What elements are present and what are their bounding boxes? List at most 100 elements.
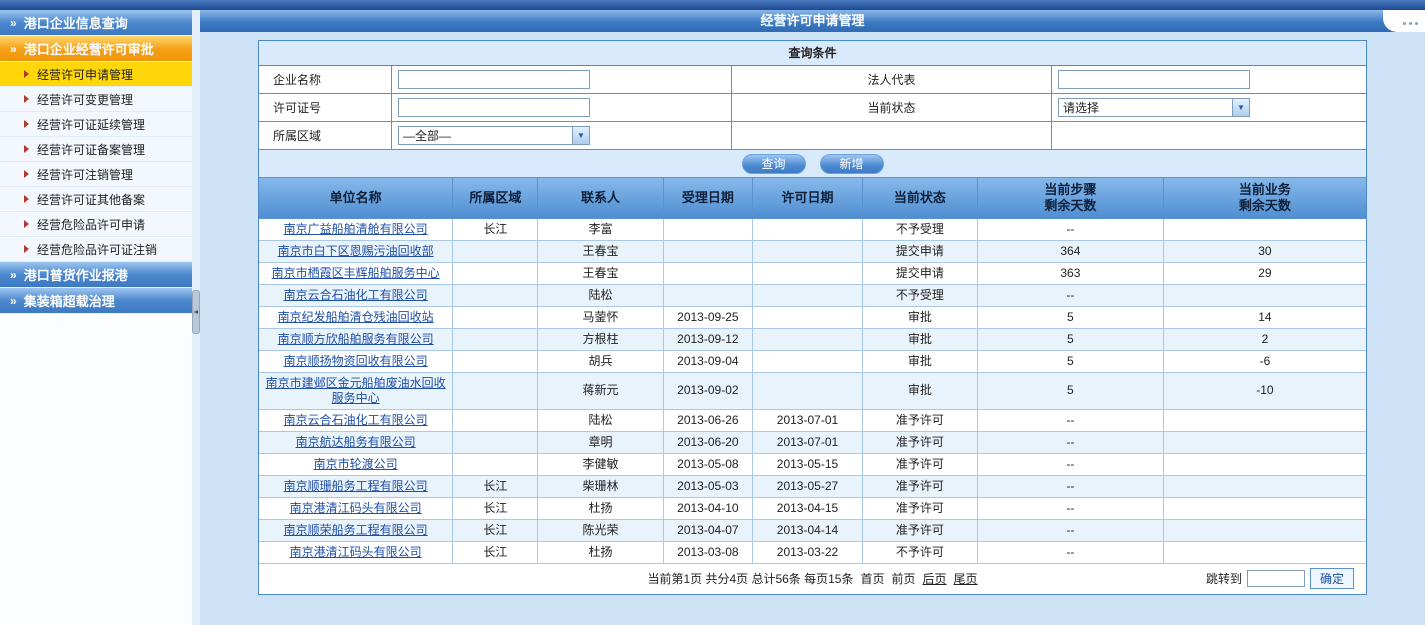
col-header-accept-date: 受理日期 [663,178,753,218]
company-link[interactable]: 南京顺扬物资回收有限公司 [284,354,428,368]
col-header-region: 所属区域 [453,178,538,218]
table-row: 南京广益船舶清舱有限公司 长江 李富 不予受理 -- [259,218,1366,240]
cell-contact: 马蓥怀 [538,306,663,328]
add-button[interactable]: 新增 [820,154,884,174]
cell-accept-date [663,240,753,262]
cell-step-days: -- [977,284,1163,306]
cell-region [453,284,538,306]
first-page-link[interactable]: 首页 [860,570,884,587]
cell-contact: 陆松 [538,409,663,431]
next-page-link[interactable]: 后页 [923,570,947,587]
company-link[interactable]: 南京市白下区恩赐污油回收部 [278,244,434,258]
sidebar-group-label: 港口企业经营许可审批 [24,39,154,58]
arrow-bullet-icon [24,70,29,78]
table-row: 南京航达船务有限公司 章明 2013-06-20 2013-07-01 准予许可… [259,431,1366,453]
cell-contact: 方根柱 [538,328,663,350]
cell-status: 提交申请 [862,262,977,284]
arrow-bullet-icon [24,95,29,103]
cell-license-date [753,350,863,372]
sidebar-item-license-other-filing[interactable]: 经营许可证其他备案 [0,187,192,212]
company-link[interactable]: 南京市建邺区金元船舶废油水回收服务中心 [266,376,446,405]
sidebar-item-license-filing-mgmt[interactable]: 经营许可证备案管理 [0,137,192,162]
cell-biz-days: 2 [1163,328,1366,350]
col-header-license-date: 许可日期 [753,178,863,218]
cell-biz-days [1163,453,1366,475]
jump-page-input[interactable] [1247,570,1305,587]
cell-region: 长江 [453,218,538,240]
cell-license-date: 2013-04-14 [753,519,863,541]
table-row: 南京市建邺区金元船舶废油水回收服务中心 蒋新元 2013-09-02 审批 5 … [259,372,1366,409]
company-name-input[interactable] [398,70,590,89]
cell-biz-days [1163,284,1366,306]
sidebar-nav: » 港口企业信息查询 » 港口企业经营许可审批 经营许可申请管理 经营许可变更管… [0,10,192,625]
results-table: 单位名称 所属区域 联系人 受理日期 许可日期 当前状态 当前步骤剩余天数 当前… [259,178,1366,564]
last-page-link[interactable]: 尾页 [954,570,978,587]
table-row: 南京市栖霞区丰辉船舶服务中心 王春宝 提交申请 363 29 [259,262,1366,284]
sidebar-item-dangerous-goods-license-application[interactable]: 经营危险品许可申请 [0,212,192,237]
cell-region: 长江 [453,497,538,519]
sidebar-item-label: 经营危险品许可证注销 [37,241,157,258]
sidebar-group-port-enterprise-info-query[interactable]: » 港口企业信息查询 [0,10,192,36]
cell-step-days: -- [977,409,1163,431]
cell-region [453,372,538,409]
cell-accept-date [663,218,753,240]
table-row: 南京顺扬物资回收有限公司 胡兵 2013-09-04 审批 5 -6 [259,350,1366,372]
cell-contact: 陈光荣 [538,519,663,541]
search-button[interactable]: 查询 [742,154,806,174]
sidebar-collapse-handle[interactable]: ◄ [192,290,200,334]
license-number-input[interactable] [398,98,590,117]
company-link[interactable]: 南京顺方欣船舶服务有限公司 [278,332,434,346]
company-link[interactable]: 南京港清江码头有限公司 [290,501,422,515]
sidebar-group-cargo-operation-report[interactable]: » 港口普货作业报港 [0,262,192,288]
cell-contact: 杜扬 [538,497,663,519]
legal-representative-input[interactable] [1058,70,1250,89]
grip-dots-icon [1400,10,1418,32]
pager-summary: 当前第1页 共分4页 总计56条 每页15条 [647,570,853,587]
sidebar-splitter[interactable]: ◄ [192,10,200,625]
table-row: 南京纪发船舶清仓残油回收站 马蓥怀 2013-09-25 审批 5 14 [259,306,1366,328]
company-link[interactable]: 南京纪发船舶清仓残油回收站 [278,310,434,324]
sidebar-item-label: 经营许可证其他备案 [37,191,145,208]
cell-license-date [753,218,863,240]
cell-license-date: 2013-04-15 [753,497,863,519]
sidebar-item-license-change-mgmt[interactable]: 经营许可变更管理 [0,87,192,112]
company-link[interactable]: 南京港清江码头有限公司 [290,545,422,559]
prev-page-link[interactable]: 前页 [892,570,916,587]
company-link[interactable]: 南京广益船舶清舱有限公司 [284,222,428,236]
current-status-select[interactable]: 请选择 ▼ [1058,98,1250,117]
sidebar-item-label: 经营许可申请管理 [37,66,133,83]
company-link[interactable]: 南京云合石油化工有限公司 [284,288,428,302]
company-link[interactable]: 南京云合石油化工有限公司 [284,413,428,427]
sidebar-item-license-application-mgmt[interactable]: 经营许可申请管理 [0,62,192,87]
jump-confirm-button[interactable]: 确定 [1310,568,1354,589]
collapse-arrow-icon: ◄ [193,309,200,316]
region-label: 所属区域 [259,122,392,150]
cell-step-days: 5 [977,350,1163,372]
company-link[interactable]: 南京顺珊船务工程有限公司 [284,479,428,493]
cell-status: 不予受理 [862,284,977,306]
cell-accept-date: 2013-09-25 [663,306,753,328]
sidebar-item-label: 经营许可证延续管理 [37,116,145,133]
sidebar-item-license-cancel-mgmt[interactable]: 经营许可注销管理 [0,162,192,187]
empty-cell [732,122,1052,150]
sidebar-item-dangerous-goods-license-cancel[interactable]: 经营危险品许可证注销 [0,237,192,262]
company-link[interactable]: 南京航达船务有限公司 [296,435,416,449]
cell-step-days: -- [977,541,1163,563]
cell-contact: 王春宝 [538,240,663,262]
cell-region [453,350,538,372]
company-link[interactable]: 南京顺荣船务工程有限公司 [284,523,428,537]
cell-accept-date: 2013-09-04 [663,350,753,372]
company-link[interactable]: 南京市轮渡公司 [314,457,398,471]
col-header-step-days: 当前步骤剩余天数 [977,178,1163,218]
cell-region: 长江 [453,541,538,563]
cell-biz-days: -6 [1163,350,1366,372]
arrow-bullet-icon [24,195,29,203]
cell-region: 长江 [453,475,538,497]
region-select[interactable]: —全部— ▼ [398,126,590,145]
cell-status: 准予许可 [862,453,977,475]
cell-contact: 王春宝 [538,262,663,284]
sidebar-group-container-overload[interactable]: » 集装箱超载治理 [0,288,192,314]
company-link[interactable]: 南京市栖霞区丰辉船舶服务中心 [272,266,440,280]
sidebar-group-license-approval[interactable]: » 港口企业经营许可审批 [0,36,192,62]
sidebar-item-license-renewal-mgmt[interactable]: 经营许可证延续管理 [0,112,192,137]
